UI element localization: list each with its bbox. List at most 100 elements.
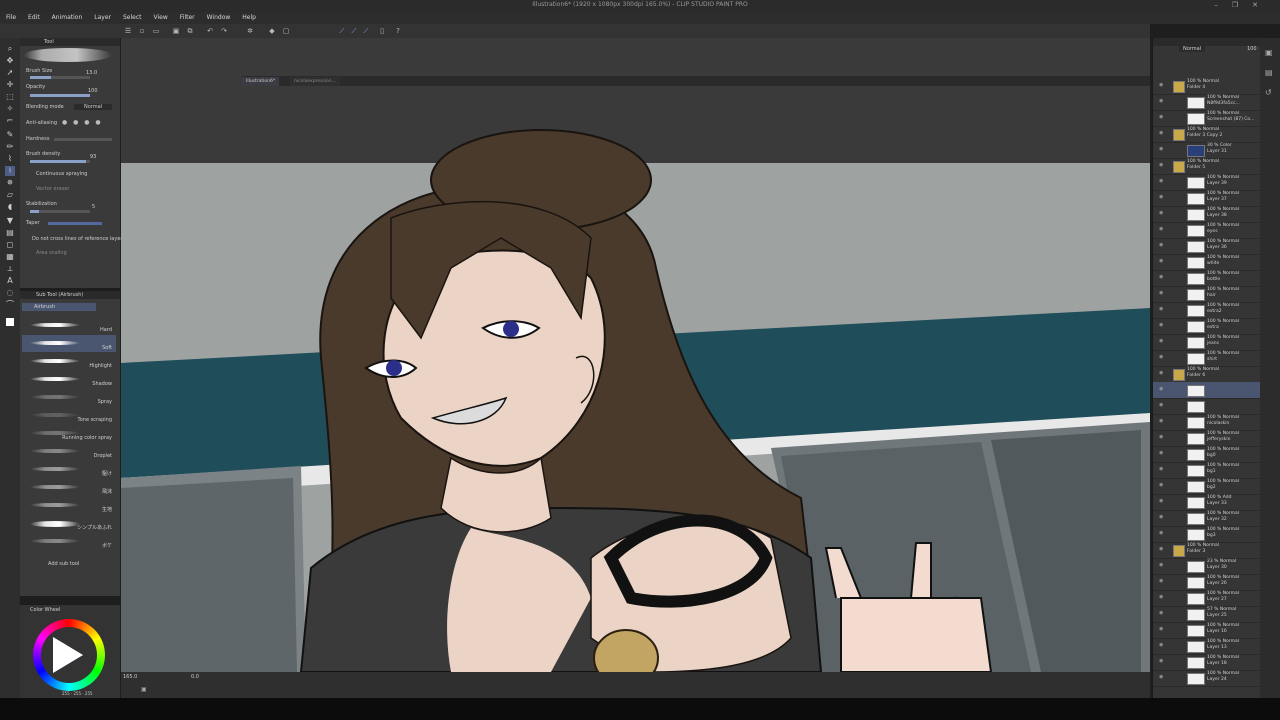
auto-select-icon[interactable]: ✧ <box>5 104 15 114</box>
eraser-icon[interactable]: ▱ <box>5 190 15 200</box>
copy-icon[interactable]: ⧉ <box>186 27 194 35</box>
select-icon[interactable]: ▢ <box>282 27 290 35</box>
pen-icon[interactable]: ✎ <box>5 130 15 140</box>
layer-folder[interactable]: ◉ 100 % Normal Folder 3 <box>1153 542 1261 559</box>
history-dock-icon[interactable]: ↺ <box>1265 88 1272 97</box>
menu-icon[interactable]: ☰ <box>124 27 132 35</box>
visibility-icon[interactable]: ◉ <box>1159 627 1163 632</box>
subtool-8[interactable]: 駆け <box>22 461 116 478</box>
brush-density-value[interactable]: 93 <box>90 154 96 160</box>
subtool-tone-scraping[interactable]: Tone scraping <box>22 407 116 424</box>
subtool-highlight[interactable]: Highlight <box>22 353 116 370</box>
layer-folder[interactable]: ◉ 100 % Normal Folder 6 <box>1153 366 1261 383</box>
balloon-icon[interactable]: ◌ <box>5 288 15 298</box>
menu-edit[interactable]: Edit <box>22 12 46 24</box>
visibility-icon[interactable]: ◉ <box>1159 323 1163 328</box>
subtool-11[interactable]: シンプルあふれ <box>22 515 116 532</box>
blending-mode-select[interactable]: Normal <box>74 104 113 110</box>
hardness-slider[interactable] <box>54 138 112 141</box>
visibility-icon[interactable]: ◉ <box>1159 419 1163 424</box>
layer-row[interactable]: ◉ 100 % Normal Layer 37 <box>1153 190 1261 207</box>
layer-row[interactable]: ◉ 100 % Normal jeans <box>1153 334 1261 351</box>
visibility-icon[interactable]: ◉ <box>1159 403 1163 408</box>
opacity-slider[interactable] <box>30 94 90 97</box>
visibility-icon[interactable]: ◉ <box>1159 275 1163 280</box>
menu-help[interactable]: Help <box>236 12 262 24</box>
ruler2-icon[interactable]: ⟋ <box>350 27 358 35</box>
minimize-button[interactable]: – <box>1214 1 1232 9</box>
antialias-buttons[interactable]: ● ● ● ● <box>62 119 103 126</box>
subtool-shadow[interactable]: Shadow <box>22 371 116 388</box>
layer-row[interactable]: ◉ 23 % Normal Layer 30 <box>1153 558 1261 575</box>
menu-view[interactable]: View <box>148 12 174 24</box>
visibility-icon[interactable]: ◉ <box>1159 515 1163 520</box>
main-color-swatch[interactable] <box>6 318 14 326</box>
subtool-10[interactable]: 生地 <box>22 497 116 514</box>
visibility-icon[interactable]: ◉ <box>1159 451 1163 456</box>
layer-row[interactable]: ◉ <box>1153 398 1261 415</box>
menu-layer[interactable]: Layer <box>88 12 117 24</box>
visibility-icon[interactable]: ◉ <box>1159 259 1163 264</box>
visibility-icon[interactable]: ◉ <box>1159 435 1163 440</box>
subtool-12[interactable]: ボケ <box>22 533 116 550</box>
layer-row[interactable]: ◉ <box>1153 382 1261 399</box>
open-icon[interactable]: ▭ <box>152 27 160 35</box>
visibility-icon[interactable]: ◉ <box>1159 211 1163 216</box>
visibility-icon[interactable]: ◉ <box>1159 387 1163 392</box>
visibility-icon[interactable]: ◉ <box>1159 643 1163 648</box>
visibility-icon[interactable]: ◉ <box>1159 371 1163 376</box>
device-icon[interactable]: ▯ <box>378 27 386 35</box>
visibility-icon[interactable]: ◉ <box>1159 83 1163 88</box>
visibility-icon[interactable]: ◉ <box>1159 467 1163 472</box>
new-file-icon[interactable]: ▫ <box>138 27 146 35</box>
continuous-spraying-label[interactable]: Continuous spraying <box>36 171 87 177</box>
layer-row[interactable]: ◉ 100 % Normal nicolaskin <box>1153 414 1261 431</box>
layer-row[interactable]: ◉ 100 % Normal extra2 <box>1153 302 1261 319</box>
layer-row[interactable]: ◉ 100 % Normal bottle <box>1153 270 1261 287</box>
pencil-icon[interactable]: ✏ <box>5 142 15 152</box>
visibility-icon[interactable]: ◉ <box>1159 547 1163 552</box>
layer-row[interactable]: ◉ 100 % Normal Screenshot (87) Co... <box>1153 110 1261 127</box>
visibility-icon[interactable]: ◉ <box>1159 483 1163 488</box>
layer-row[interactable]: ◉ 100 % Normal N8f9d3fa5cc... <box>1153 94 1261 111</box>
close-button[interactable]: ✕ <box>1252 1 1272 9</box>
canvas-area[interactable]: Illustration6* nicolaexpression... <box>121 38 1150 672</box>
navigator-dock-icon[interactable]: ▣ <box>1265 48 1273 57</box>
subtool-hard[interactable]: Hard <box>22 317 116 334</box>
subtool-9[interactable]: 飛沫 <box>22 479 116 496</box>
layer-row[interactable]: ◉ 100 % Normal Layer 18 <box>1153 654 1261 671</box>
layer-row[interactable]: ◉ 100 % Normal bg3 <box>1153 526 1261 543</box>
menu-filter[interactable]: Filter <box>174 12 201 24</box>
layer-folder[interactable]: ◉ 100 % Normal Folder 5 <box>1153 158 1261 175</box>
layer-row[interactable]: ◉ 100 % Normal shirt <box>1153 350 1261 367</box>
figure-icon[interactable]: ◻ <box>5 240 15 250</box>
menu-animation[interactable]: Animation <box>46 12 89 24</box>
color-triangle[interactable] <box>53 637 83 673</box>
ruler-icon[interactable]: ⟋ <box>338 27 346 35</box>
move-layer-icon[interactable]: ✛ <box>5 80 15 90</box>
visibility-icon[interactable]: ◉ <box>1159 531 1163 536</box>
save-icon[interactable]: ▣ <box>172 27 180 35</box>
brush-icon[interactable]: ⌇ <box>5 154 15 164</box>
layer-row[interactable]: ◉ 100 % Normal Layer 16 <box>1153 622 1261 639</box>
layer-row[interactable]: ◉ 100 % Normal Layer 24 <box>1153 670 1261 687</box>
layer-row[interactable]: ◉ 100 % Normal Layer 38 <box>1153 206 1261 223</box>
visibility-icon[interactable]: ◉ <box>1159 115 1163 120</box>
material-dock-icon[interactable]: ▤ <box>1265 68 1273 77</box>
subtool-spray[interactable]: Spray <box>22 389 116 406</box>
vector-eraser-label[interactable]: Vector eraser <box>36 186 69 192</box>
layer-row[interactable]: ◉ 100 % Normal Layer 36 <box>1153 238 1261 255</box>
add-sub-tool-button[interactable]: Add sub tool <box>48 561 79 567</box>
frame-icon[interactable]: ▦ <box>5 252 15 262</box>
selection-icon[interactable]: ⬚ <box>5 92 15 102</box>
layer-opacity-value[interactable]: 100 <box>1247 46 1257 52</box>
gradient-icon[interactable]: ▤ <box>5 228 15 238</box>
move-tool-icon[interactable]: ✥ <box>5 56 15 66</box>
airbrush-icon[interactable]: ⍿ <box>5 166 15 176</box>
visibility-icon[interactable]: ◉ <box>1159 195 1163 200</box>
visibility-icon[interactable]: ◉ <box>1159 563 1163 568</box>
layer-row[interactable]: ◉ 100 % Normal white <box>1153 254 1261 271</box>
zoom-readout[interactable]: 165.0 <box>123 674 137 680</box>
layer-folder[interactable]: ◉ 100 % Normal Folder 3 Copy 2 <box>1153 126 1261 143</box>
fill-tool-icon[interactable]: ▼ <box>5 216 15 226</box>
